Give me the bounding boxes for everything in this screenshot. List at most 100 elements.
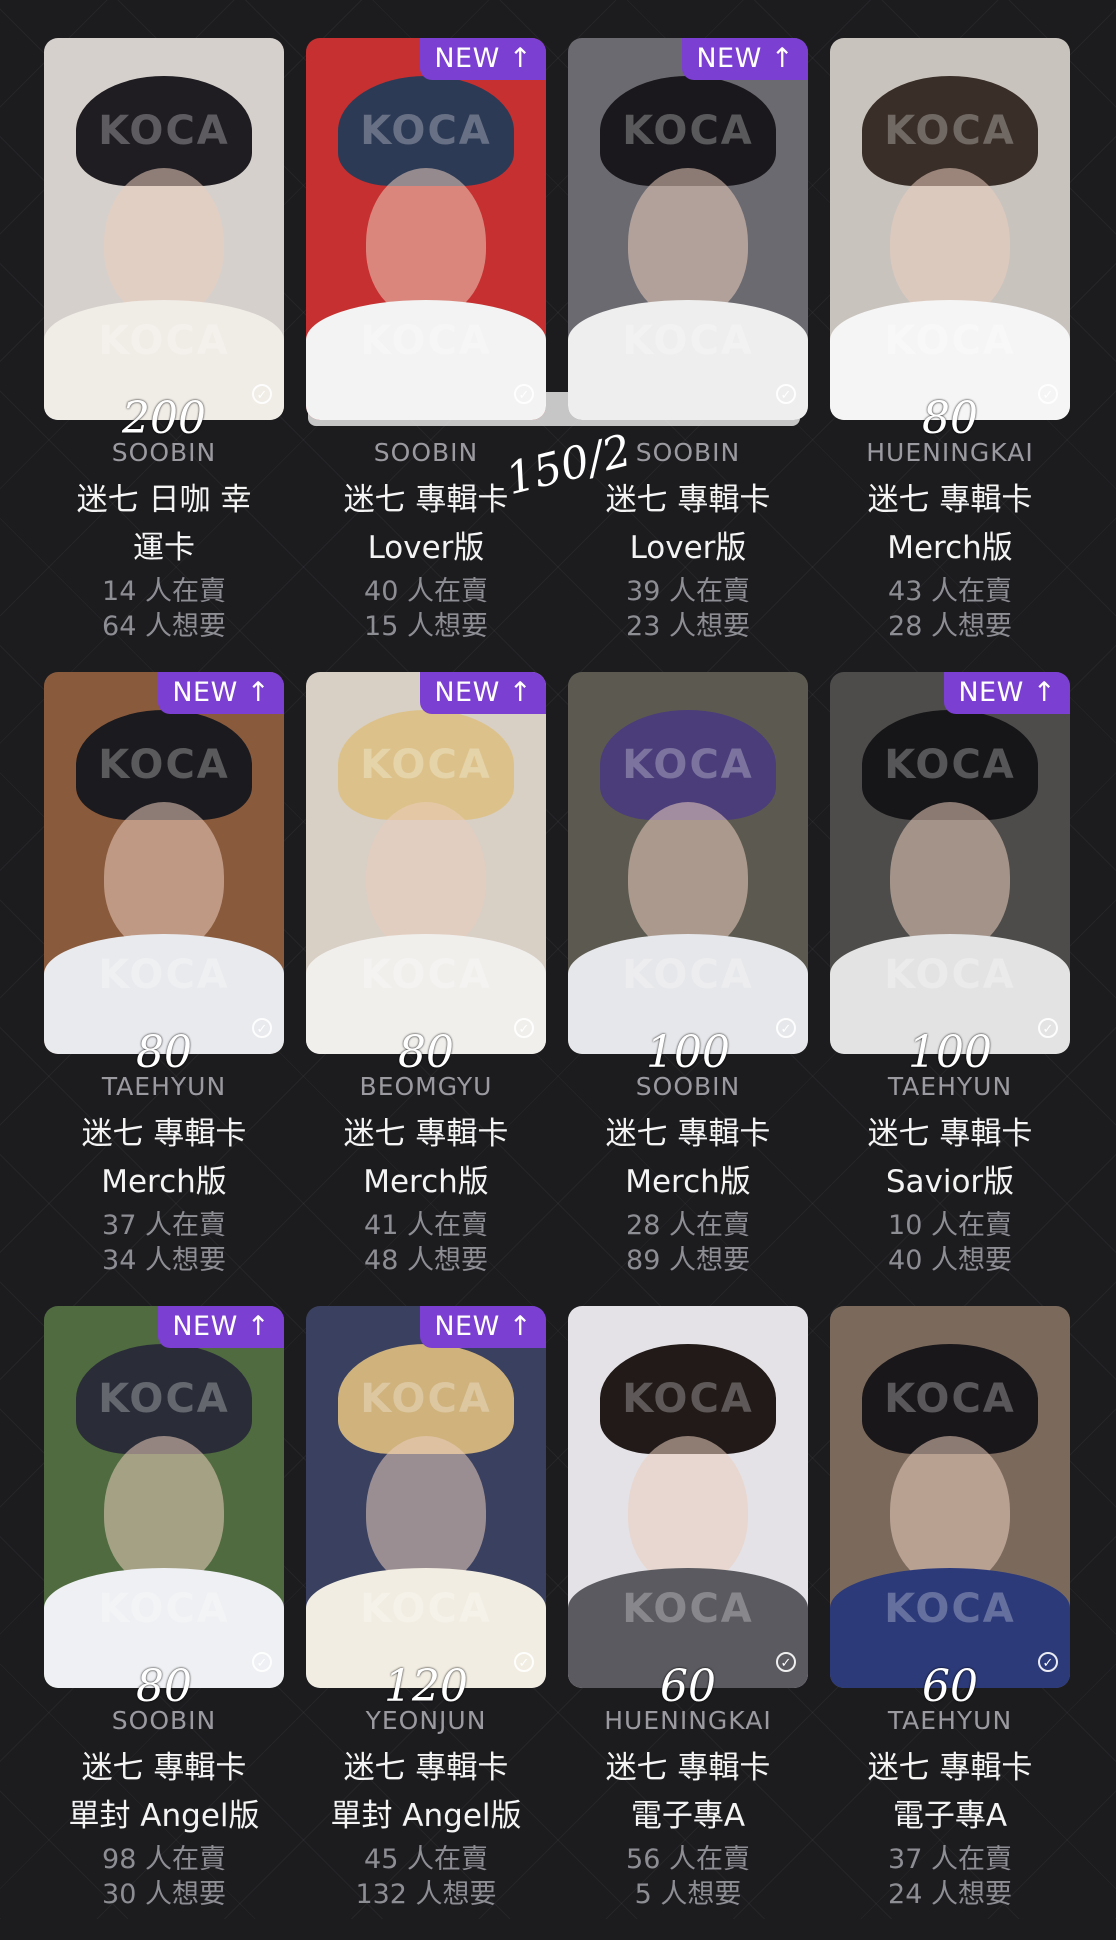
face-shape xyxy=(366,1435,486,1586)
photocard-grid: KOCA KOCA ✓ 200 SOOBIN 迷七 日咖 幸 運卡 14 人在賣… xyxy=(44,38,1072,1940)
handwritten-price: 120 xyxy=(384,1661,468,1712)
photocard-image[interactable]: KOCA KOCA xyxy=(830,38,1070,420)
wanted-count: 24 人想要 xyxy=(888,1879,1012,1910)
card-title-line-1: 迷七 專輯卡 xyxy=(867,1750,1033,1786)
sellers-count: 45 人在賣 xyxy=(364,1844,488,1875)
card-title: 迷七 專輯卡 單封 Angel版 xyxy=(36,1744,292,1840)
member-name: SOOBIN xyxy=(635,1072,741,1101)
check-circle-icon[interactable]: ✓ xyxy=(514,384,534,404)
wanted-count: 34 人想要 xyxy=(102,1245,226,1276)
card-stats: 37 人在賣 24 人想要 xyxy=(830,1842,1070,1912)
member-name: TAEHYUN xyxy=(887,1072,1013,1101)
koca-watermark: KOCA xyxy=(360,952,492,998)
sellers-count: 14 人在賣 xyxy=(102,576,226,607)
wanted-count: 23 人想要 xyxy=(626,611,750,642)
face-shape xyxy=(628,801,748,952)
photocard-image[interactable]: KOCA KOCA xyxy=(306,672,546,1054)
card-stats: 14 人在賣 64 人想要 xyxy=(44,574,284,644)
photocard-image[interactable]: KOCA KOCA xyxy=(44,672,284,1054)
handwritten-price: 100 xyxy=(908,1027,992,1078)
photocard-item[interactable]: KOCA KOCA ✓ 100 SOOBIN 迷七 專輯卡 Merch版 28 … xyxy=(568,672,808,1306)
koca-watermark: KOCA xyxy=(884,742,1016,788)
card-title: 迷七 專輯卡 Merch版 xyxy=(298,1110,554,1206)
card-stats: 43 人在賣 28 人想要 xyxy=(830,574,1070,644)
photocard-item[interactable]: KOCA KOCA NEW ↑ ✓ 100 TAEHYUN 迷七 專輯卡 Sav… xyxy=(830,672,1070,1306)
card-stats: 10 人在賣 40 人想要 xyxy=(830,1208,1070,1278)
sellers-count: 37 人在賣 xyxy=(888,1844,1012,1875)
card-title: 迷七 專輯卡 電子專A xyxy=(822,1744,1078,1840)
photocard-item[interactable]: KOCA KOCA ✓ 80 HUENINGKAI 迷七 專輯卡 Merch版 … xyxy=(830,38,1070,672)
koca-watermark: KOCA xyxy=(884,318,1016,364)
sellers-count: 98 人在賣 xyxy=(102,1844,226,1875)
wanted-count: 30 人想要 xyxy=(102,1879,226,1910)
koca-watermark: KOCA xyxy=(622,952,754,998)
card-title-line-1: 迷七 專輯卡 xyxy=(343,1116,509,1152)
card-stats: 41 人在賣 48 人想要 xyxy=(306,1208,546,1278)
photocard-image[interactable]: KOCA KOCA xyxy=(44,38,284,420)
face-shape xyxy=(628,1435,748,1586)
face-shape xyxy=(628,167,748,318)
card-title-line-2: 單封 Angel版 xyxy=(68,1798,260,1834)
photocard-item[interactable]: KOCA KOCA NEW ↑ ✓ 120 YEONJUN 迷七 專輯卡 單封 … xyxy=(306,1306,546,1940)
new-badge: NEW ↑ xyxy=(420,1306,546,1348)
member-name: HUENINGKAI xyxy=(604,1706,772,1735)
photocard-item[interactable]: KOCA KOCA NEW ↑ ✓ 80 BEOMGYU 迷七 專輯卡 Merc… xyxy=(306,672,546,1306)
photocard-image[interactable]: KOCA KOCA xyxy=(306,38,546,420)
photocard-image[interactable]: KOCA KOCA xyxy=(44,1306,284,1688)
koca-watermark: KOCA xyxy=(622,108,754,154)
photocard-item[interactable]: KOCA KOCA NEW ↑ ✓ 80 TAEHYUN 迷七 專輯卡 Merc… xyxy=(44,672,284,1306)
card-stats: 39 人在賣 23 人想要 xyxy=(568,574,808,644)
photocard-item[interactable]: KOCA KOCA ✓ 60 HUENINGKAI 迷七 專輯卡 電子專A 56… xyxy=(568,1306,808,1940)
new-badge: NEW ↑ xyxy=(158,672,284,714)
koca-watermark: KOCA xyxy=(622,318,754,364)
sellers-count: 10 人在賣 xyxy=(888,1210,1012,1241)
photocard-image[interactable]: KOCA KOCA xyxy=(830,672,1070,1054)
card-title: 迷七 專輯卡 電子專A xyxy=(560,1744,816,1840)
card-title-line-2: Savior版 xyxy=(885,1164,1015,1200)
member-name: YEONJUN xyxy=(365,1706,487,1735)
member-name: TAEHYUN xyxy=(101,1072,227,1101)
photocard-item[interactable]: KOCA KOCA ✓ 200 SOOBIN 迷七 日咖 幸 運卡 14 人在賣… xyxy=(44,38,284,672)
wanted-count: 5 人想要 xyxy=(634,1879,742,1910)
koca-watermark: KOCA xyxy=(884,108,1016,154)
face-shape xyxy=(104,1435,224,1586)
member-name: BEOMGYU xyxy=(359,1072,493,1101)
handwritten-price: 60 xyxy=(922,1661,978,1712)
photocard-item[interactable]: KOCA KOCA NEW ↑ ✓ SOOBIN 迷七 專輯卡 Lover版 3… xyxy=(568,38,808,672)
photocard-image[interactable]: KOCA KOCA xyxy=(568,1306,808,1688)
new-badge: NEW ↑ xyxy=(420,38,546,80)
sellers-count: 56 人在賣 xyxy=(626,1844,750,1875)
face-shape xyxy=(104,167,224,318)
card-title-line-1: 迷七 專輯卡 xyxy=(867,1116,1033,1152)
photocard-image[interactable]: KOCA KOCA xyxy=(568,672,808,1054)
koca-watermark: KOCA xyxy=(884,1586,1016,1632)
face-shape xyxy=(366,801,486,952)
card-stats: 45 人在賣 132 人想要 xyxy=(306,1842,546,1912)
card-stats: 28 人在賣 89 人想要 xyxy=(568,1208,808,1278)
photocard-image[interactable]: KOCA KOCA xyxy=(306,1306,546,1688)
card-title-line-1: 迷七 專輯卡 xyxy=(343,1750,509,1786)
koca-watermark: KOCA xyxy=(98,742,230,788)
card-title-line-1: 迷七 專輯卡 xyxy=(605,1750,771,1786)
photocard-item[interactable]: KOCA KOCA NEW ↑ ✓ 80 SOOBIN 迷七 專輯卡 單封 An… xyxy=(44,1306,284,1940)
wanted-count: 48 人想要 xyxy=(364,1245,488,1276)
card-title: 迷七 專輯卡 Merch版 xyxy=(822,476,1078,572)
handwritten-price: 80 xyxy=(922,393,978,444)
koca-watermark: KOCA xyxy=(360,318,492,364)
card-title: 迷七 專輯卡 Merch版 xyxy=(560,1110,816,1206)
check-circle-icon[interactable]: ✓ xyxy=(776,384,796,404)
face-shape xyxy=(104,801,224,952)
photocard-item[interactable]: KOCA KOCA NEW ↑ ✓ SOOBIN 迷七 專輯卡 Lover版 4… xyxy=(306,38,546,672)
face-shape xyxy=(366,167,486,318)
member-name: SOOBIN xyxy=(111,438,217,467)
photocard-image[interactable]: KOCA KOCA xyxy=(568,38,808,420)
photocard-image[interactable]: KOCA KOCA xyxy=(830,1306,1070,1688)
card-title: 迷七 專輯卡 Lover版 xyxy=(560,476,816,572)
card-stats: 56 人在賣 5 人想要 xyxy=(568,1842,808,1912)
photocard-item[interactable]: KOCA KOCA ✓ 60 TAEHYUN 迷七 專輯卡 電子專A 37 人在… xyxy=(830,1306,1070,1940)
koca-watermark: KOCA xyxy=(98,1586,230,1632)
card-stats: 37 人在賣 34 人想要 xyxy=(44,1208,284,1278)
wanted-count: 40 人想要 xyxy=(888,1245,1012,1276)
member-name: HUENINGKAI xyxy=(866,438,1034,467)
card-title-line-2: Merch版 xyxy=(101,1164,227,1200)
